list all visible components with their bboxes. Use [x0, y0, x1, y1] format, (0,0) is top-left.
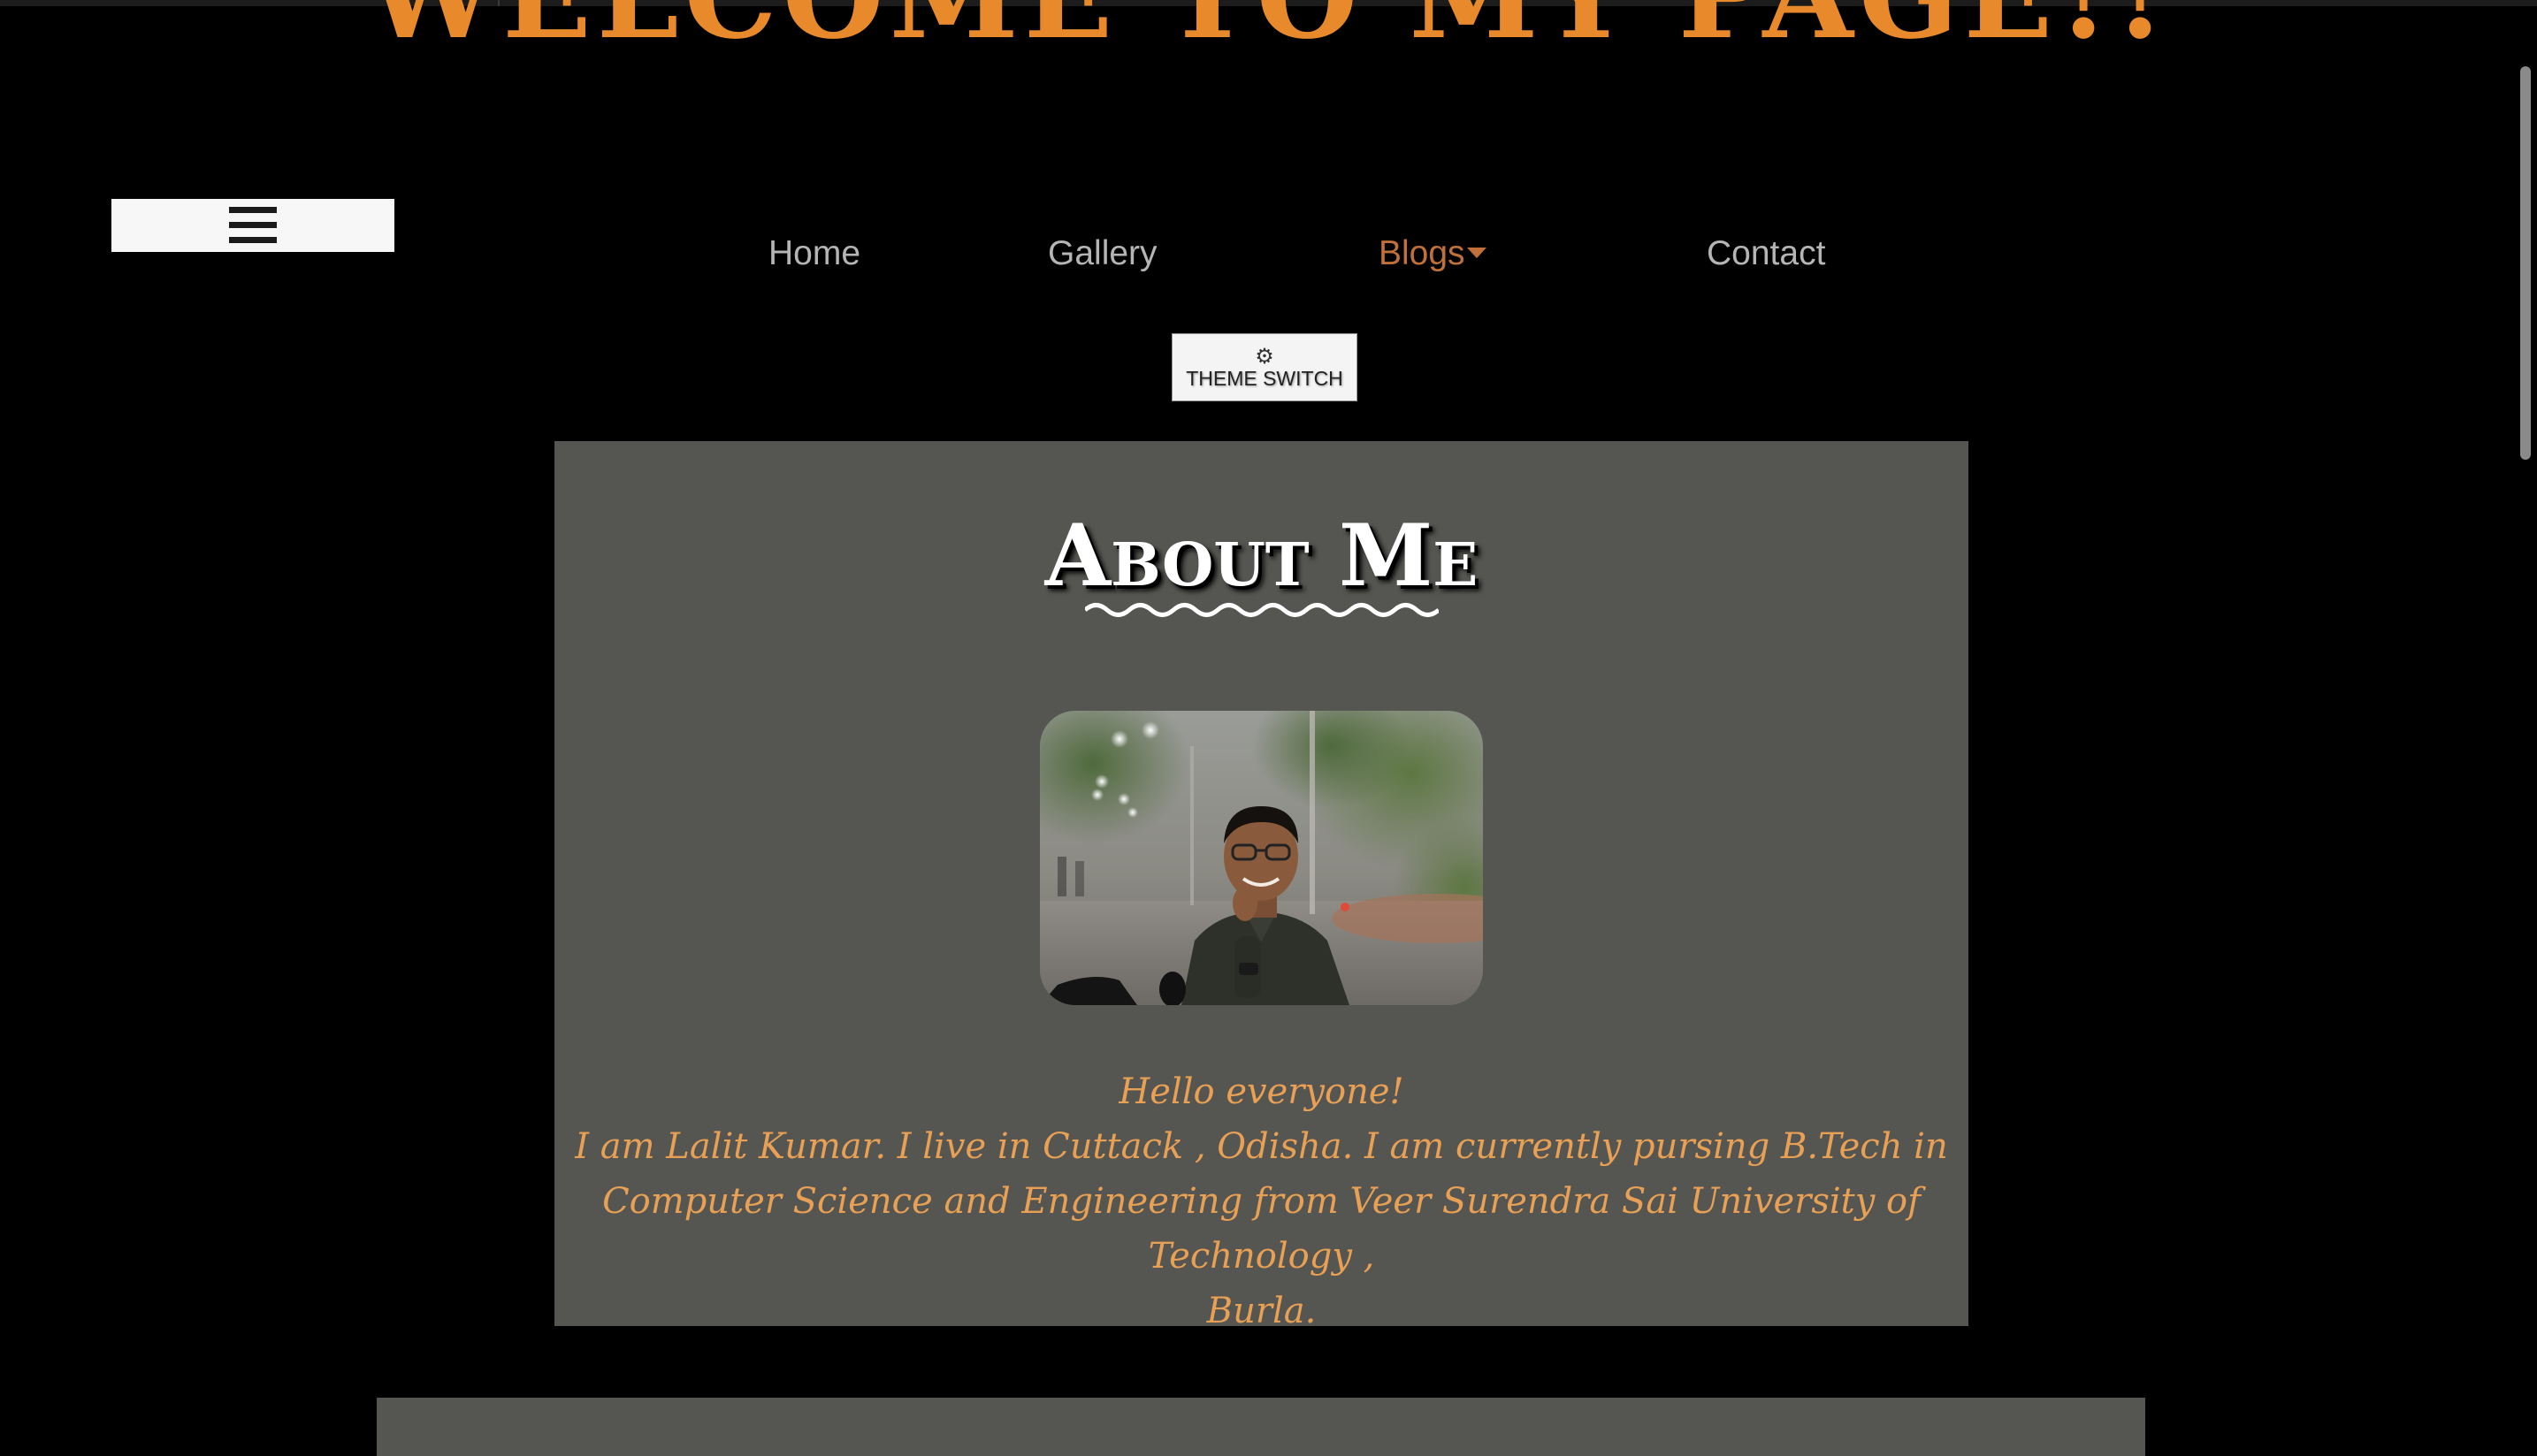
title-underline — [1085, 603, 1439, 617]
chevron-down-icon — [1466, 247, 1486, 258]
bio-line: I am Lalit Kumar. I live in Cuttack , Od… — [575, 1126, 1948, 1167]
theme-switch-label: THEME SWITCH — [1186, 367, 1343, 390]
profile-photo — [1040, 711, 1483, 1005]
page-scrollbar[interactable] — [2520, 66, 2531, 460]
bio-line: Computer Science and Engineering from Ve… — [602, 1181, 1921, 1277]
nav-blogs-label: Blogs — [1379, 234, 1465, 272]
about-section: About Me Hello everyone! I am Lalit Kuma… — [554, 441, 1968, 1331]
next-section — [377, 1398, 2145, 1456]
gear-icon: ⚙ — [1255, 344, 1274, 369]
profile-photo-image — [1040, 711, 1483, 1005]
bio-greeting: Hello everyone! — [1119, 1071, 1404, 1112]
nav-contact[interactable]: Contact — [1707, 232, 1825, 276]
theme-switch-button[interactable]: ⚙ THEME SWITCH — [1172, 333, 1357, 401]
nav-gallery[interactable]: Gallery — [1048, 232, 1158, 276]
main-nav: Home Gallery Blogs Contact — [0, 232, 2537, 276]
bio-line: Burla. — [1206, 1291, 1317, 1331]
about-title: About Me — [1044, 506, 1479, 606]
about-bio: Hello everyone! I am Lalit Kumar. I live… — [562, 1064, 1961, 1338]
nav-blogs[interactable]: Blogs — [1379, 232, 1486, 276]
page-welcome-title: WELCOME TO MY PAGE!! — [0, 0, 2537, 56]
nav-home[interactable]: Home — [768, 232, 860, 276]
